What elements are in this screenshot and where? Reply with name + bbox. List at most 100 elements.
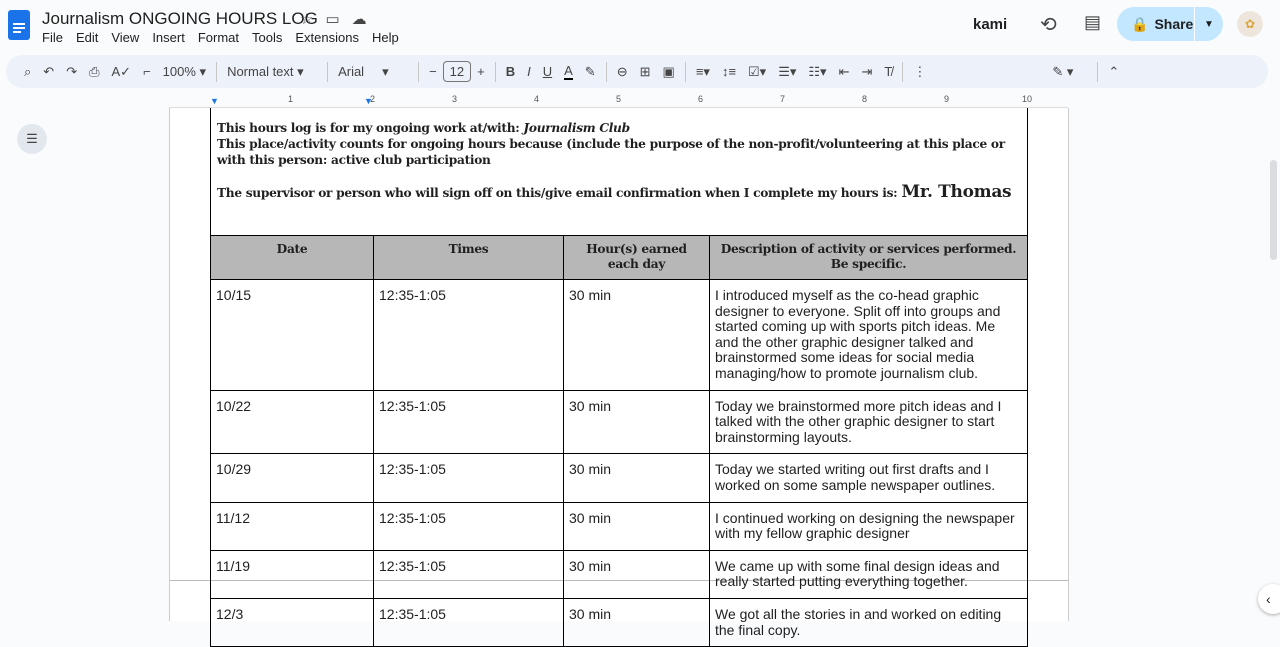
highlight-icon[interactable]: ✎ <box>585 64 596 80</box>
cell-description[interactable]: We got all the stories in and worked on … <box>709 597 1028 647</box>
zoom-select[interactable]: 100% ▾ <box>163 64 206 80</box>
more-options-icon[interactable]: ⋮ <box>913 64 926 80</box>
add-comment-icon[interactable]: ⊞ <box>640 64 651 80</box>
bold-icon[interactable]: B <box>506 64 515 79</box>
paint-format-icon[interactable]: ⌐ <box>143 64 151 79</box>
clear-formatting-icon[interactable]: T̸ <box>884 64 892 79</box>
cell-description[interactable]: Today we started writing out first draft… <box>709 453 1028 503</box>
redo-icon[interactable]: ↷ <box>66 64 77 80</box>
cell-date[interactable]: 11/12 <box>210 501 374 551</box>
cell-times[interactable]: 12:35-1:05 <box>373 389 564 455</box>
lock-icon: 🔒 <box>1131 15 1149 32</box>
cell-date[interactable]: 10/22 <box>210 389 374 455</box>
cell-date[interactable]: 10/29 <box>210 453 374 503</box>
cell-description[interactable]: We came up with some final design ideas … <box>709 549 1028 599</box>
search-menus-icon[interactable]: ⌕ <box>24 64 31 80</box>
decrease-indent-icon[interactable]: ⇤ <box>839 64 850 80</box>
supervisor-name: Mr. Thomas <box>901 182 1012 202</box>
intro-line3: The supervisor or person who will sign o… <box>217 186 902 200</box>
cell-description[interactable]: Today we brainstormed more pitch ideas a… <box>709 389 1028 455</box>
menu-insert[interactable]: Insert <box>152 30 185 45</box>
menu-extensions[interactable]: Extensions <box>295 30 359 45</box>
cell-times[interactable]: 12:35-1:05 <box>373 597 564 647</box>
font-select[interactable]: Arial ▾ <box>338 64 408 80</box>
menu-format[interactable]: Format <box>198 30 239 45</box>
spellcheck-icon[interactable]: A✓ <box>112 64 132 80</box>
link-icon[interactable]: ⊖ <box>617 64 628 80</box>
decrease-font-size-icon[interactable]: − <box>429 64 437 79</box>
collapse-menus-icon[interactable]: ⌃ <box>1108 64 1119 80</box>
bulleted-list-icon[interactable]: ☰▾ <box>778 64 796 80</box>
print-icon[interactable]: ⎙ <box>89 64 99 80</box>
table-row: 12/3 12:35-1:05 30 min We got all the stori… <box>210 597 1028 647</box>
share-button[interactable]: 🔒 Share ▼ <box>1117 7 1223 41</box>
header-description: Description of activity or services perf… <box>709 235 1028 280</box>
move-folder-icon[interactable]: ▭ <box>325 10 339 28</box>
header-hours: Hour(s) earned each day <box>563 235 710 280</box>
header-times: Times <box>373 235 564 280</box>
cloud-status-icon[interactable]: ☁ <box>352 10 367 28</box>
cell-hours[interactable]: 30 min <box>563 597 710 647</box>
first-line-indent-marker[interactable]: ▼ <box>364 96 373 106</box>
menu-file[interactable]: File <box>42 30 63 45</box>
share-label: Share <box>1154 16 1194 32</box>
menu-edit[interactable]: Edit <box>76 30 98 45</box>
menu-tools[interactable]: Tools <box>252 30 282 45</box>
cell-hours[interactable]: 30 min <box>563 279 710 391</box>
font-size-input[interactable]: 12 <box>442 61 472 82</box>
version-history-icon[interactable]: ⟲ <box>1040 12 1057 37</box>
cell-hours[interactable]: 30 min <box>563 501 710 551</box>
menu-help[interactable]: Help <box>372 30 399 45</box>
avatar[interactable]: ✿ <box>1237 11 1263 37</box>
increase-font-size-icon[interactable]: + <box>477 64 485 79</box>
header-date: Date <box>210 235 374 280</box>
cell-hours[interactable]: 30 min <box>563 389 710 455</box>
document-outline-icon[interactable]: ☰ <box>17 124 47 154</box>
italic-icon[interactable]: I <box>527 64 531 79</box>
table-row: 11/19 12:35-1:05 30 min We came up with som… <box>210 549 1028 599</box>
comments-icon[interactable]: ▤ <box>1084 12 1101 33</box>
table-row: 10/22 12:35-1:05 30 min Today we brainstorm… <box>210 389 1028 455</box>
table-row: 10/29 12:35-1:05 30 min Today we started wr… <box>210 453 1028 503</box>
kami-button[interactable]: kami <box>973 16 1007 33</box>
toolbar: ⌕ ↶ ↷ ⎙ A✓ ⌐ 100% ▾ Normal text ▾ Arial … <box>6 55 1268 88</box>
docs-logo-icon[interactable] <box>8 10 30 40</box>
intro-line1: This hours log is for my ongoing work at… <box>217 121 524 135</box>
cell-description[interactable]: I continued working on designing the new… <box>709 501 1028 551</box>
cell-times[interactable]: 12:35-1:05 <box>373 501 564 551</box>
undo-icon[interactable]: ↶ <box>43 64 54 80</box>
cell-hours[interactable]: 30 min <box>563 453 710 503</box>
increase-indent-icon[interactable]: ⇥ <box>862 64 873 80</box>
insert-image-icon[interactable]: ▣ <box>663 64 675 80</box>
cell-date[interactable]: 11/19 <box>210 549 374 599</box>
ruler[interactable]: 1 2 3 4 5 6 7 8 9 10 ▼ ▼ <box>169 94 1068 108</box>
cell-hours[interactable]: 30 min <box>563 549 710 599</box>
underline-icon[interactable]: U <box>543 64 552 79</box>
side-panel-toggle-icon[interactable]: ‹ <box>1258 584 1280 614</box>
scrollbar[interactable] <box>1270 160 1277 260</box>
editing-mode-icon[interactable]: ✎ ▾ <box>1052 64 1073 80</box>
table-row: 11/12 12:35-1:05 30 min I continued working… <box>210 501 1028 551</box>
line-spacing-icon[interactable]: ↕≡ <box>722 64 736 79</box>
numbered-list-icon[interactable]: ☷▾ <box>808 64 826 80</box>
share-dropdown-icon[interactable]: ▼ <box>1195 19 1223 30</box>
cell-date[interactable]: 10/15 <box>210 279 374 391</box>
cell-times[interactable]: 12:35-1:05 <box>373 549 564 599</box>
menu-view[interactable]: View <box>111 30 139 45</box>
cell-times[interactable]: 12:35-1:05 <box>373 453 564 503</box>
cell-times[interactable]: 12:35-1:05 <box>373 279 564 391</box>
intro-line2: This place/activity counts for ongoing h… <box>217 137 1005 167</box>
intro-box: This hours log is for my ongoing work at… <box>210 108 1028 236</box>
menu-bar: File Edit View Insert Format Tools Exten… <box>42 30 399 45</box>
checklist-icon[interactable]: ☑▾ <box>748 64 766 80</box>
document-title[interactable]: Journalism ONGOING HOURS LOG <box>42 9 318 29</box>
align-icon[interactable]: ≡▾ <box>696 64 710 80</box>
star-icon[interactable]: ☆ <box>300 10 313 28</box>
cell-date[interactable]: 12/3 <box>210 597 374 647</box>
cell-description[interactable]: I introduced myself as the co-head graph… <box>709 279 1028 391</box>
text-color-icon[interactable]: A <box>564 63 573 80</box>
style-select[interactable]: Normal text ▾ <box>227 64 317 80</box>
club-name: Journalism Club <box>523 121 630 135</box>
left-indent-marker[interactable]: ▼ <box>210 96 219 106</box>
table-row: 10/15 12:35-1:05 30 min I introduced myself… <box>210 279 1028 391</box>
